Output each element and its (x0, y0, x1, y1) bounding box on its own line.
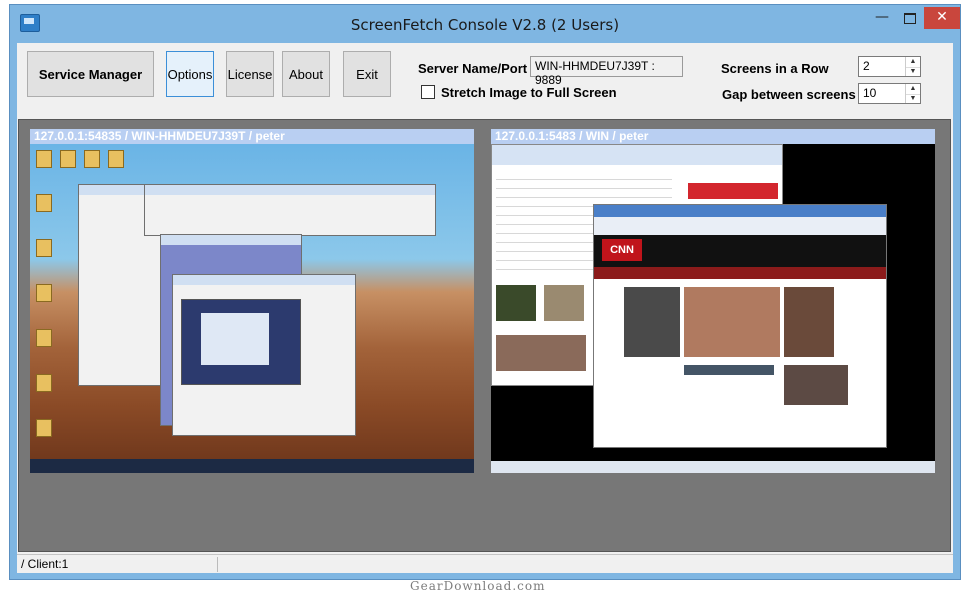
screen-header: 127.0.0.1:54835 / WIN-HHMDEU7J39T / pete… (30, 129, 474, 144)
maximize-icon (904, 13, 916, 24)
remote-cnn-window: CNN (593, 204, 887, 448)
window-title: ScreenFetch Console V2.8 (2 Users) (350, 16, 620, 34)
desktop-icon (36, 194, 52, 212)
remote-console-window (144, 184, 436, 236)
desktop-icon (84, 150, 100, 168)
desktop-icon (36, 374, 52, 392)
screen-header: 127.0.0.1:5483 / WIN / peter (491, 129, 935, 144)
remote-dialog-window (172, 274, 356, 436)
client-count: / Client:1 (21, 557, 69, 571)
remote-taskbar (30, 459, 474, 473)
desktop-icon (36, 329, 52, 347)
gap-stepper[interactable]: 10 ▲ ▼ (858, 83, 921, 104)
license-button[interactable]: License (226, 51, 274, 97)
watermark: GearDownload.com (410, 579, 546, 593)
desktop-icon (60, 150, 76, 168)
desktop-icon (36, 150, 52, 168)
screens-in-row-label: Screens in a Row (721, 61, 829, 76)
server-field[interactable]: WIN-HHMDEU7J39T : 9889 (530, 56, 683, 87)
stretch-checkbox[interactable] (421, 85, 435, 99)
remote-screen-1[interactable]: 127.0.0.1:54835 / WIN-HHMDEU7J39T / pete… (30, 129, 474, 473)
remote-screen-2[interactable]: 127.0.0.1:5483 / WIN / peter CNN (491, 129, 935, 473)
minimize-button[interactable]: — (868, 7, 896, 29)
remote-desktop-image: CNN (491, 144, 935, 473)
title-bar[interactable]: ScreenFetch Console V2.8 (2 Users) — ✕ (10, 5, 960, 43)
stretch-label: Stretch Image to Full Screen (441, 85, 617, 100)
desktop-icon (36, 419, 52, 437)
cnn-logo: CNN (602, 239, 642, 261)
server-label: Server Name/Port (418, 61, 528, 76)
gap-label: Gap between screens (722, 87, 856, 102)
stepper-down-icon[interactable]: ▼ (906, 67, 920, 77)
status-bar: / Client:1 (17, 554, 953, 573)
exit-button[interactable]: Exit (343, 51, 391, 97)
main-window: ScreenFetch Console V2.8 (2 Users) — ✕ S… (9, 4, 961, 580)
desktop-icon (108, 150, 124, 168)
screens-in-row-value: 2 (863, 59, 870, 73)
options-button[interactable]: Options (166, 51, 214, 97)
screens-in-row-stepper[interactable]: 2 ▲ ▼ (858, 56, 921, 77)
service-manager-button[interactable]: Service Manager (27, 51, 154, 97)
maximize-button[interactable] (896, 7, 924, 29)
remote-desktop-image (30, 144, 474, 473)
about-button[interactable]: About (282, 51, 330, 97)
screens-panel: 127.0.0.1:54835 / WIN-HHMDEU7J39T / pete… (18, 119, 951, 552)
desktop-icon (36, 239, 52, 257)
client-area: Service Manager Options License About Ex… (17, 43, 953, 573)
gap-value: 10 (863, 86, 877, 100)
close-button[interactable]: ✕ (924, 7, 960, 29)
desktop-icon (36, 284, 52, 302)
stepper-down-icon[interactable]: ▼ (906, 94, 920, 104)
